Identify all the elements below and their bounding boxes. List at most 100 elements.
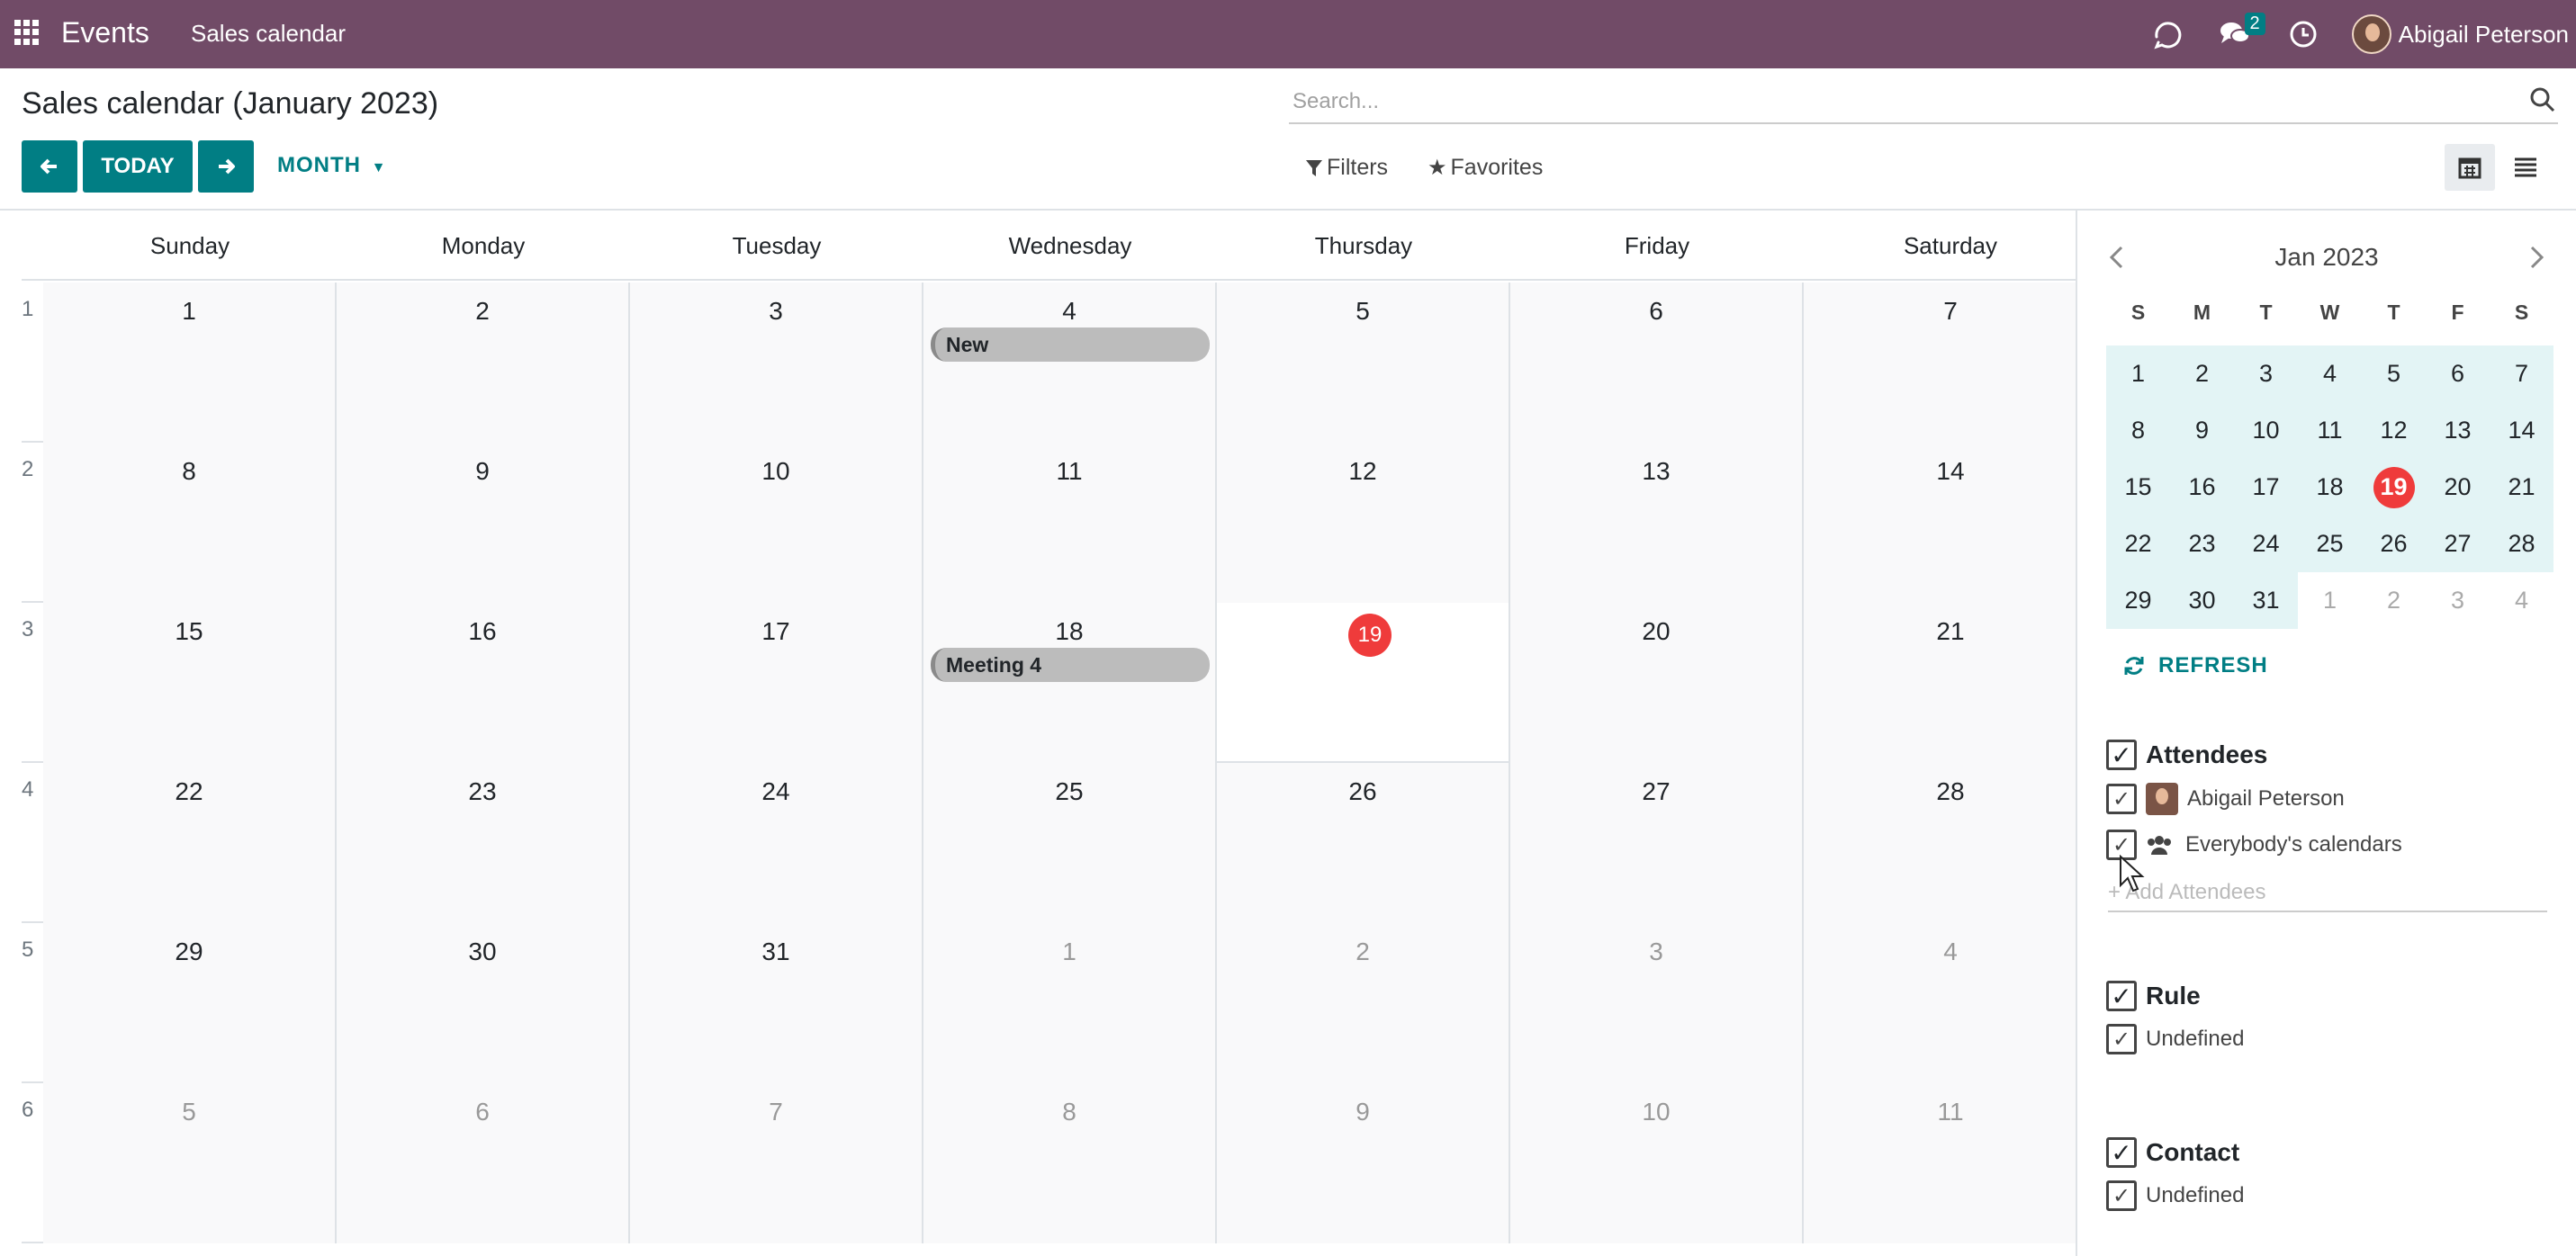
chevron-right-icon[interactable]: [2526, 245, 2547, 270]
day-cell[interactable]: 8: [923, 1083, 1217, 1243]
mini-calendar-day[interactable]: 2: [2170, 345, 2234, 402]
checkbox-checked-icon[interactable]: ✓: [2106, 1024, 2137, 1054]
mini-calendar-day[interactable]: 13: [2426, 402, 2490, 459]
search-input[interactable]: [1293, 86, 2499, 117]
previous-button[interactable]: [22, 140, 77, 193]
favorites-toggle[interactable]: ★ Favorites: [1428, 155, 1543, 181]
checkbox-checked-icon[interactable]: ✓: [2106, 1137, 2137, 1168]
day-cell[interactable]: 27: [1510, 763, 1804, 923]
day-cell[interactable]: 18 Meeting 4: [923, 603, 1217, 763]
apps-menu-icon[interactable]: [14, 20, 40, 45]
app-name[interactable]: Events: [61, 16, 149, 49]
calendar-event[interactable]: New: [931, 327, 1210, 362]
mini-calendar-day[interactable]: 26: [2362, 516, 2426, 572]
mini-calendar-day[interactable]: 3: [2426, 572, 2490, 629]
day-cell[interactable]: 17: [630, 603, 923, 763]
mini-calendar-day[interactable]: 10: [2234, 402, 2298, 459]
mini-calendar-day[interactable]: 6: [2426, 345, 2490, 402]
mini-calendar-day[interactable]: 21: [2490, 459, 2553, 516]
rule-filter-undefined[interactable]: ✓ Undefined: [2106, 1024, 2244, 1054]
mini-calendar-day[interactable]: 17: [2234, 459, 2298, 516]
day-cell[interactable]: 3: [630, 283, 923, 443]
checkbox-checked-icon[interactable]: ✓: [2106, 784, 2137, 814]
day-cell[interactable]: 10: [1510, 1083, 1804, 1243]
contact-filter-undefined[interactable]: ✓ Undefined: [2106, 1180, 2244, 1211]
day-cell[interactable]: 11: [1804, 1083, 2097, 1243]
activities-clock-icon[interactable]: [2283, 14, 2323, 54]
day-cell[interactable]: 4 New: [923, 283, 1217, 443]
day-cell[interactable]: 14: [1804, 443, 2097, 603]
mini-calendar-day[interactable]: 2: [2362, 572, 2426, 629]
list-view-button[interactable]: [2500, 144, 2551, 191]
day-cell[interactable]: 2: [337, 283, 630, 443]
day-cell[interactable]: 6: [1510, 283, 1804, 443]
mini-calendar-day[interactable]: 7: [2490, 345, 2553, 402]
day-cell[interactable]: 29: [43, 923, 337, 1083]
mini-calendar-day[interactable]: 24: [2234, 516, 2298, 572]
activity-refresh-icon[interactable]: [2147, 14, 2186, 54]
mini-calendar-day[interactable]: 11: [2298, 402, 2362, 459]
mini-calendar-day[interactable]: 28: [2490, 516, 2553, 572]
mini-calendar-day[interactable]: 12: [2362, 402, 2426, 459]
mini-calendar-day[interactable]: 4: [2298, 345, 2362, 402]
attendee-filter-abigail[interactable]: ✓ Abigail Peterson: [2106, 783, 2345, 815]
day-cell[interactable]: 23: [337, 763, 630, 923]
nav-menu-sales-calendar[interactable]: Sales calendar: [191, 20, 346, 48]
day-cell[interactable]: 25: [923, 763, 1217, 923]
mini-calendar-day[interactable]: 23: [2170, 516, 2234, 572]
user-avatar[interactable]: [2351, 14, 2391, 54]
day-cell[interactable]: 12: [1217, 443, 1510, 603]
day-cell[interactable]: 19: [1217, 603, 1510, 763]
day-cell[interactable]: 13: [1510, 443, 1804, 603]
mini-calendar-day[interactable]: 16: [2170, 459, 2234, 516]
filters-toggle[interactable]: Filters: [1305, 155, 1388, 181]
day-cell[interactable]: 21: [1804, 603, 2097, 763]
checkbox-checked-icon[interactable]: ✓: [2106, 740, 2137, 770]
mini-calendar-day[interactable]: 29: [2106, 572, 2170, 629]
day-cell[interactable]: 9: [1217, 1083, 1510, 1243]
search-icon[interactable]: [2529, 86, 2556, 113]
day-cell[interactable]: 24: [630, 763, 923, 923]
attendees-filter-title[interactable]: ✓ Attendees: [2106, 740, 2267, 770]
calendar-event[interactable]: Meeting 4: [931, 648, 1210, 682]
mini-calendar-day[interactable]: 25: [2298, 516, 2362, 572]
mini-calendar-day[interactable]: 8: [2106, 402, 2170, 459]
mini-calendar-day[interactable]: 14: [2490, 402, 2553, 459]
mini-calendar-day[interactable]: 19: [2362, 459, 2426, 516]
day-cell[interactable]: 28: [1804, 763, 2097, 923]
mini-calendar-day[interactable]: 9: [2170, 402, 2234, 459]
day-cell[interactable]: 6: [337, 1083, 630, 1243]
mini-calendar-day[interactable]: 27: [2426, 516, 2490, 572]
mini-calendar-day[interactable]: 15: [2106, 459, 2170, 516]
user-name[interactable]: Abigail Peterson: [2399, 21, 2569, 49]
mini-calendar-day[interactable]: 4: [2490, 572, 2553, 629]
scale-dropdown[interactable]: MONTH ▼: [277, 153, 387, 178]
day-cell[interactable]: 9: [337, 443, 630, 603]
day-cell[interactable]: 11: [923, 443, 1217, 603]
calendar-view-button[interactable]: [2445, 144, 2495, 191]
mini-calendar-day[interactable]: 20: [2426, 459, 2490, 516]
next-button[interactable]: [198, 140, 254, 193]
attendee-filter-everybody[interactable]: ✓ Everybody's calendars: [2106, 830, 2402, 860]
day-cell[interactable]: 20: [1510, 603, 1804, 763]
day-cell[interactable]: 30: [337, 923, 630, 1083]
mini-calendar-day[interactable]: 3: [2234, 345, 2298, 402]
day-cell[interactable]: 8: [43, 443, 337, 603]
mini-calendar-day[interactable]: 5: [2362, 345, 2426, 402]
refresh-button[interactable]: REFRESH: [2122, 653, 2268, 678]
day-cell[interactable]: 22: [43, 763, 337, 923]
day-cell[interactable]: 5: [1217, 283, 1510, 443]
checkbox-checked-icon[interactable]: ✓: [2106, 1180, 2137, 1211]
day-cell[interactable]: 3: [1510, 923, 1804, 1083]
day-cell[interactable]: 7: [1804, 283, 2097, 443]
day-cell[interactable]: 2: [1217, 923, 1510, 1083]
checkbox-checked-icon[interactable]: ✓: [2106, 981, 2137, 1011]
mini-calendar-day[interactable]: 22: [2106, 516, 2170, 572]
day-cell[interactable]: 1: [43, 283, 337, 443]
day-cell[interactable]: 7: [630, 1083, 923, 1243]
messages-icon[interactable]: 2: [2215, 13, 2265, 54]
mini-calendar-day[interactable]: 18: [2298, 459, 2362, 516]
mini-calendar-day[interactable]: 1: [2298, 572, 2362, 629]
today-button[interactable]: TODAY: [83, 140, 193, 193]
mini-calendar-day[interactable]: 1: [2106, 345, 2170, 402]
